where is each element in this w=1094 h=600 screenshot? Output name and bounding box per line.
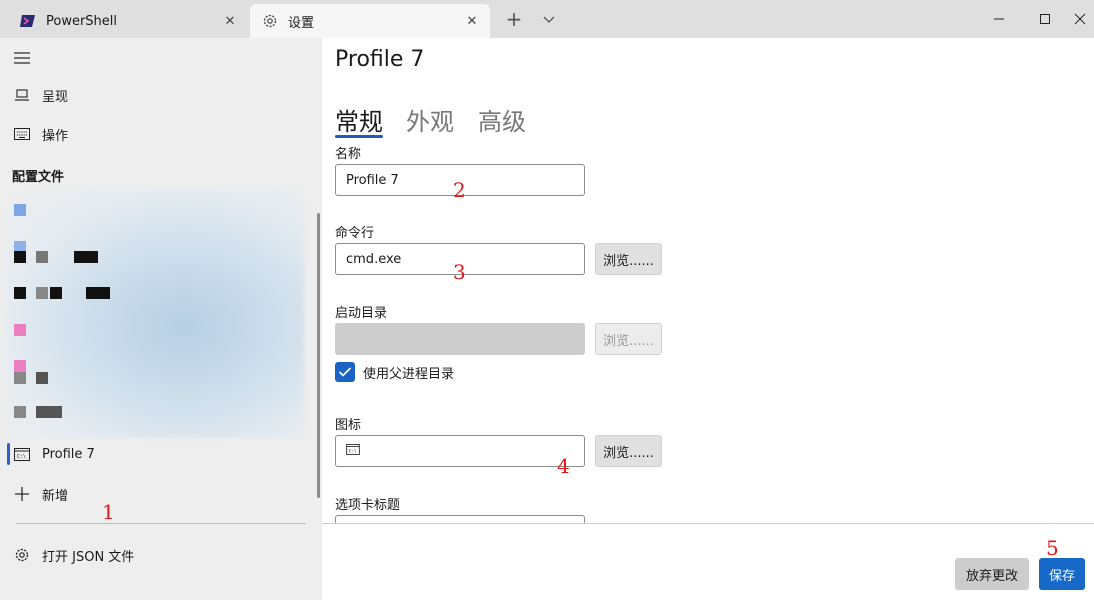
svg-text:C:\: C:\ (349, 448, 357, 453)
plus-icon (13, 485, 31, 503)
close-tab-icon[interactable]: ✕ (460, 14, 484, 29)
terminal-icon: C:\ (346, 443, 360, 459)
sidebar-item-profile-7[interactable]: C:\ Profile 7 (0, 434, 314, 474)
sidebar-item-rendering[interactable]: 呈现 (0, 75, 314, 115)
title-bar: PowerShell ✕ 设置 ✕ + (0, 0, 1094, 38)
svg-text:C:\: C:\ (17, 454, 26, 460)
redacted-pixel (14, 251, 26, 263)
tab-appearance[interactable]: 外观 (406, 102, 454, 137)
sidebar-scrollbar[interactable] (317, 213, 320, 498)
close-tab-icon[interactable]: ✕ (218, 14, 242, 29)
redacted-pixel (14, 372, 26, 384)
startdir-label: 启动目录 (335, 306, 388, 321)
gear-icon (13, 546, 31, 564)
browse-startdir-button[interactable]: 浏览...... (595, 323, 662, 355)
gear-icon (262, 13, 278, 29)
powershell-icon (20, 13, 36, 29)
sidebar-item-label: Profile 7 (42, 446, 95, 462)
redacted-pixel (14, 360, 26, 372)
use-parent-dir-label: 使用父进程目录 (363, 367, 455, 382)
checkmark-icon (338, 367, 352, 377)
annotation-5: 5 (1046, 536, 1059, 560)
settings-panel: Profile 7 常规 外观 高级 名称 Profile 7 2 命令行 cm… (322, 38, 1094, 600)
icon-input[interactable]: C:\ (335, 435, 585, 467)
redacted-pixel (86, 287, 110, 299)
sidebar-item-label: 新增 (42, 488, 69, 504)
hamburger-menu-button[interactable] (0, 38, 314, 78)
name-label: 名称 (335, 147, 362, 162)
sidebar-item-actions[interactable]: 操作 (0, 114, 314, 154)
tabtitle-input[interactable] (335, 515, 585, 523)
open-json-file-button[interactable]: 打开 JSON 文件 (0, 535, 314, 575)
chevron-down-icon[interactable] (538, 8, 560, 30)
save-button[interactable]: 保存 (1039, 558, 1085, 590)
redacted-profile-list (4, 188, 304, 438)
active-tab-underline (335, 135, 383, 138)
redacted-pixel (36, 251, 48, 263)
annotation-1: 1 (102, 500, 115, 524)
redacted-pixel (14, 204, 26, 216)
keyboard-icon (13, 125, 31, 143)
hamburger-icon (13, 49, 31, 67)
new-tab-icon[interactable]: + (503, 8, 525, 30)
startdir-input[interactable] (335, 323, 585, 355)
tab-general[interactable]: 常规 (335, 102, 383, 137)
sidebar-divider (16, 523, 306, 524)
maximize-button[interactable] (1022, 0, 1068, 38)
redacted-pixel (14, 406, 26, 418)
annotation-3: 3 (453, 260, 466, 284)
terminal-icon: C:\ (13, 445, 31, 463)
display-icon (13, 86, 31, 104)
tab-label: 设置 (288, 15, 315, 31)
page-title: Profile 7 (335, 47, 425, 72)
sidebar: 呈现 操作 配置文件 C:\ Profile 7 新增 打开 JSON 文件 1 (0, 38, 322, 600)
tab-powershell[interactable]: PowerShell ✕ (8, 4, 248, 38)
tab-advanced[interactable]: 高级 (478, 102, 526, 137)
minimize-button[interactable] (976, 0, 1022, 38)
commandline-label: 命令行 (335, 226, 375, 241)
redacted-pixel (36, 406, 62, 418)
redacted-pixel (36, 287, 48, 299)
commandline-value: cmd.exe (346, 251, 402, 267)
redacted-pixel (14, 324, 26, 336)
use-parent-dir-checkbox[interactable] (335, 362, 355, 382)
browse-icon-button[interactable]: 浏览...... (595, 435, 662, 467)
footer-divider (322, 523, 1094, 524)
browse-commandline-button[interactable]: 浏览...... (595, 243, 662, 275)
sidebar-item-label: 呈现 (42, 89, 69, 105)
redacted-pixel (50, 287, 62, 299)
name-value: Profile 7 (346, 172, 399, 188)
sidebar-item-label: 操作 (42, 128, 69, 144)
annotation-4: 4 (557, 454, 570, 478)
close-window-button[interactable] (1066, 0, 1094, 38)
add-profile-button[interactable]: 新增 (0, 474, 314, 514)
discard-changes-button[interactable]: 放弃更改 (955, 558, 1029, 590)
icon-label: 图标 (335, 418, 362, 433)
tabtitle-label: 选项卡标题 (335, 498, 401, 513)
redacted-pixel (74, 251, 98, 263)
tab-label: PowerShell (46, 13, 118, 29)
redacted-pixel (14, 287, 26, 299)
annotation-2: 2 (453, 178, 466, 202)
sidebar-item-label: 打开 JSON 文件 (42, 549, 135, 565)
profiles-header: 配置文件 (12, 170, 65, 185)
tab-settings[interactable]: 设置 ✕ (250, 4, 490, 38)
redacted-pixel (36, 372, 48, 384)
